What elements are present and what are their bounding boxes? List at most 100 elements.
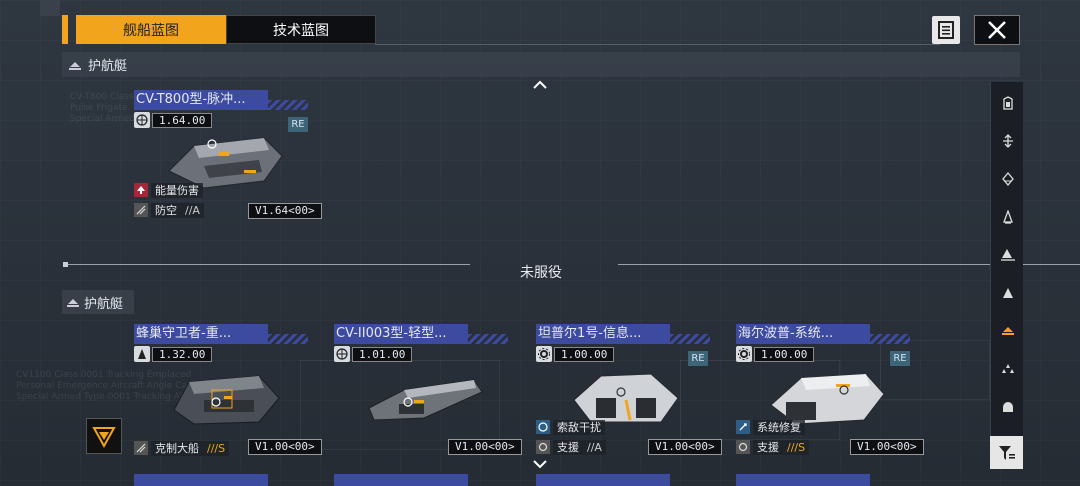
next-card-title [736, 474, 870, 486]
sidebar-item-corvette[interactable] [991, 274, 1024, 312]
section-header-active[interactable]: 护航艇 [62, 52, 1020, 77]
gear-icon [736, 346, 752, 362]
energy-damage-icon [134, 183, 148, 197]
title-stripes [268, 100, 308, 110]
next-card-title [536, 474, 670, 486]
re-badge: RE [288, 117, 308, 132]
ship-title: CV-T800型-脉冲... [134, 90, 268, 110]
section-label: 护航艇 [88, 59, 128, 74]
scroll-down-icon[interactable] [532, 459, 548, 469]
title-stripes [268, 334, 308, 344]
globe-icon [134, 112, 150, 128]
ship-class-sidebar [990, 82, 1023, 468]
ship-tag-role: 克制大船 ///S [134, 440, 230, 456]
corvette-icon [1002, 288, 1013, 298]
sidebar-item-battlecruiser[interactable] [991, 122, 1024, 160]
header-divider [375, 44, 940, 45]
sidebar-item-carrier[interactable] [991, 84, 1024, 122]
title-stripes [870, 334, 910, 344]
chevron-emblem-icon [92, 427, 116, 449]
version-label: V1.00<00> [248, 439, 322, 455]
ship-title: CV-II003型-轻型... [334, 324, 468, 344]
next-card-title [134, 474, 268, 486]
not-in-service-label: 未服役 [520, 265, 562, 281]
tag-grade: ///S [203, 440, 230, 456]
re-badge: RE [688, 351, 708, 366]
section-label: 护航艇 [84, 296, 124, 312]
ship-card[interactable]: CV-T800型-脉冲... 1.64.00 RE 能量伤害 防空 //A V1… [134, 90, 322, 230]
jamming-icon [536, 420, 550, 434]
ship-tag-role: 防空 //A [134, 202, 204, 218]
ship-card[interactable]: 海尔波普-系统... 1.00.00 RE 系统修复 支援 ///S V1.00… [736, 324, 924, 464]
ship-tag-ability: 系统修复 [736, 419, 805, 435]
tag-label: 索敌干扰 [553, 419, 605, 435]
gear-icon [536, 346, 552, 362]
sidebar-item-fighters[interactable] [991, 350, 1024, 388]
re-badge: RE [890, 351, 910, 366]
ship-image [173, 375, 280, 425]
tag-grade: ///S [783, 439, 810, 455]
divider-dot [63, 262, 68, 267]
rank-emblem[interactable] [86, 418, 122, 454]
support-icon [536, 440, 550, 454]
tag-label: 支援 [753, 439, 783, 455]
anti-capital-icon [134, 441, 148, 455]
section-header-inactive[interactable]: 护航艇 [62, 290, 134, 314]
ship-title: 坦普尔1号-信息... [536, 324, 670, 344]
document-button[interactable] [932, 16, 960, 44]
escort-class-icon [1001, 327, 1014, 335]
tab-tech-blueprint[interactable]: 技术蓝图 [226, 15, 376, 44]
ship-image [368, 379, 483, 421]
sidebar-item-escort[interactable] [991, 312, 1024, 350]
version-label: V1.64<00> [248, 203, 322, 219]
title-stripes [670, 334, 710, 344]
ship-title: 海尔波普-系统... [736, 324, 870, 344]
close-button[interactable] [974, 15, 1020, 45]
tag-label: 支援 [553, 439, 583, 455]
sidebar-item-cruiser[interactable] [991, 160, 1024, 198]
title-stripes [468, 334, 508, 344]
tag-grade: //A [583, 439, 606, 455]
arrow-up-icon [134, 346, 150, 362]
ship-card[interactable]: 坦普尔1号-信息... 1.00.00 RE 索敌干扰 支援 //A V1.00… [536, 324, 722, 464]
sidebar-item-destroyer[interactable] [991, 198, 1024, 236]
tag-grade: //A [181, 202, 204, 218]
filter-button[interactable] [990, 436, 1023, 469]
version-label: V1.00<00> [850, 439, 924, 455]
support-icon [736, 440, 750, 454]
tag-label: 克制大船 [151, 440, 203, 456]
tag-label: 能量伤害 [151, 182, 203, 198]
globe-icon [334, 346, 350, 362]
ship-card[interactable]: CV-II003型-轻型... 1.01.00 V1.00<00> [334, 324, 522, 464]
version-label: V1.00<00> [448, 439, 522, 455]
scroll-up-icon[interactable] [532, 80, 548, 90]
ship-tag-role: 支援 //A [536, 439, 606, 455]
ship-card[interactable]: 蜂巢守卫者-重... 1.32.00 克制大船 ///S V1.00<00> [134, 324, 322, 464]
sidebar-item-station[interactable] [991, 388, 1024, 426]
tag-label: 防空 [151, 202, 181, 218]
frigate-icon [1000, 249, 1015, 261]
next-card-title [334, 474, 468, 486]
corner-mark [40, 0, 60, 16]
divider-left [64, 264, 470, 265]
blueprint-tabs: 舰船蓝图 技术蓝图 [62, 15, 376, 44]
anti-air-icon [134, 203, 148, 217]
fighter-squad-icon [1001, 364, 1014, 373]
tab-ship-blueprint[interactable]: 舰船蓝图 [76, 15, 226, 44]
ship-tag-damage: 能量伤害 [134, 182, 203, 198]
cruiser-icon [1001, 172, 1014, 186]
station-icon [1002, 402, 1013, 412]
tag-label: 系统修复 [753, 419, 805, 435]
filter-icon [998, 445, 1015, 460]
ship-tag-role: 支援 ///S [736, 439, 810, 455]
escort-class-icon [67, 299, 79, 307]
version-label: V1.00<00> [648, 439, 722, 455]
escort-class-icon [69, 61, 81, 70]
close-icon [988, 21, 1006, 39]
destroyer-icon [1002, 210, 1013, 224]
sidebar-item-frigate[interactable] [991, 236, 1024, 274]
repair-icon [736, 420, 750, 434]
ship-title: 蜂巢守卫者-重... [134, 324, 268, 344]
carrier-icon [1002, 96, 1013, 110]
ship-tag-ability: 索敌干扰 [536, 419, 605, 435]
